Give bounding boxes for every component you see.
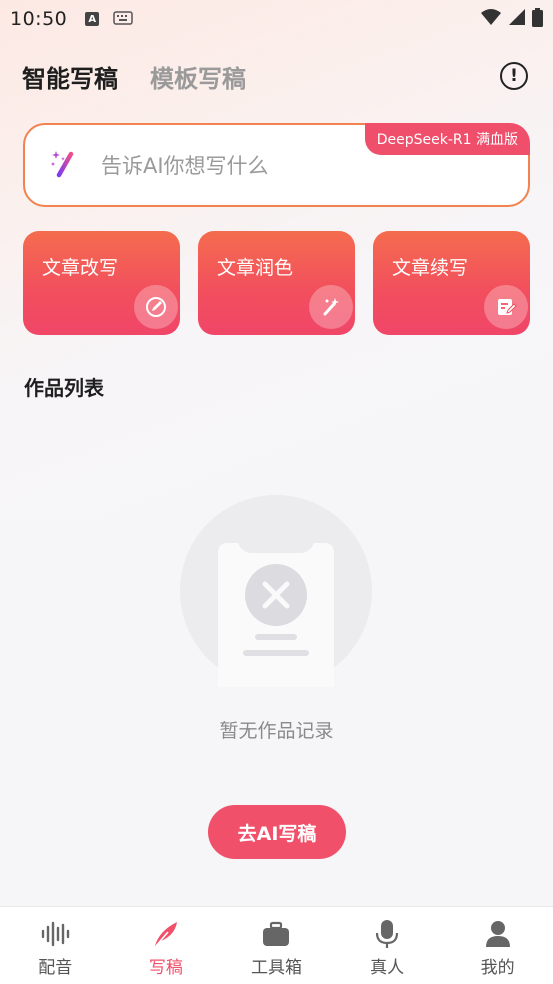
nav-label: 写稿 [148, 958, 183, 978]
keyboard-icon [113, 10, 134, 29]
info-circle-icon[interactable]: ! [500, 62, 528, 90]
wifi-icon [480, 8, 502, 30]
nav-label: 我的 [480, 958, 515, 978]
go-ai-writing-button[interactable]: 去AI写稿 [208, 805, 346, 859]
tab-template-writing[interactable]: 模板写稿 [150, 59, 246, 94]
feature-label: 文章续写 [392, 257, 469, 279]
status-time: 10:50 [10, 8, 68, 30]
microphone-icon [372, 919, 402, 949]
person-icon [483, 919, 513, 949]
nav-item-toolbox[interactable]: 工具箱 [221, 907, 332, 984]
signal-icon [508, 8, 526, 30]
a-notification-icon: A [85, 12, 100, 26]
nav-item-mine[interactable]: 我的 [442, 907, 553, 984]
feature-label: 文章改写 [42, 257, 119, 279]
empty-state-illustration [180, 495, 372, 687]
ai-prompt-input[interactable]: 告诉AI你想写什么 DeepSeek-R1 满血版 [23, 123, 530, 207]
feature-card-polish[interactable]: 文章润色 [198, 231, 355, 335]
nav-item-writing[interactable]: 写稿 [111, 907, 222, 984]
status-bar: 10:50 A [0, 0, 553, 38]
rewrite-pen-icon [134, 285, 178, 329]
status-indicators [480, 7, 543, 31]
tab-smart-writing[interactable]: 智能写稿 [22, 59, 118, 94]
top-header: 智能写稿 模板写稿 ! [0, 56, 553, 96]
nav-item-human[interactable]: 真人 [332, 907, 443, 984]
feature-card-continue[interactable]: 文章续写 [373, 231, 530, 335]
feature-card-rewrite[interactable]: 文章改写 [23, 231, 180, 335]
toolbox-icon [261, 919, 291, 949]
model-badge: DeepSeek-R1 满血版 [364, 123, 530, 155]
nav-label: 工具箱 [250, 958, 302, 978]
feather-icon [151, 919, 181, 949]
magic-wand-icon [49, 148, 79, 182]
soundwave-icon [40, 919, 70, 949]
nav-label: 真人 [370, 958, 405, 978]
prompt-placeholder: 告诉AI你想写什么 [101, 154, 269, 178]
works-section-title: 作品列表 [24, 376, 104, 400]
nav-label: 配音 [38, 958, 73, 978]
feature-cards: 文章改写 文章润色 文章续写 [23, 231, 530, 335]
feature-label: 文章润色 [217, 257, 294, 279]
bottom-navigation: 配音 写稿 工具箱 真人 我的 [0, 906, 553, 984]
empty-state-text: 暂无作品记录 [219, 720, 334, 742]
polish-wand-icon [309, 285, 353, 329]
nav-item-dubbing[interactable]: 配音 [0, 907, 111, 984]
continue-edit-icon [484, 285, 528, 329]
battery-icon [532, 7, 543, 31]
